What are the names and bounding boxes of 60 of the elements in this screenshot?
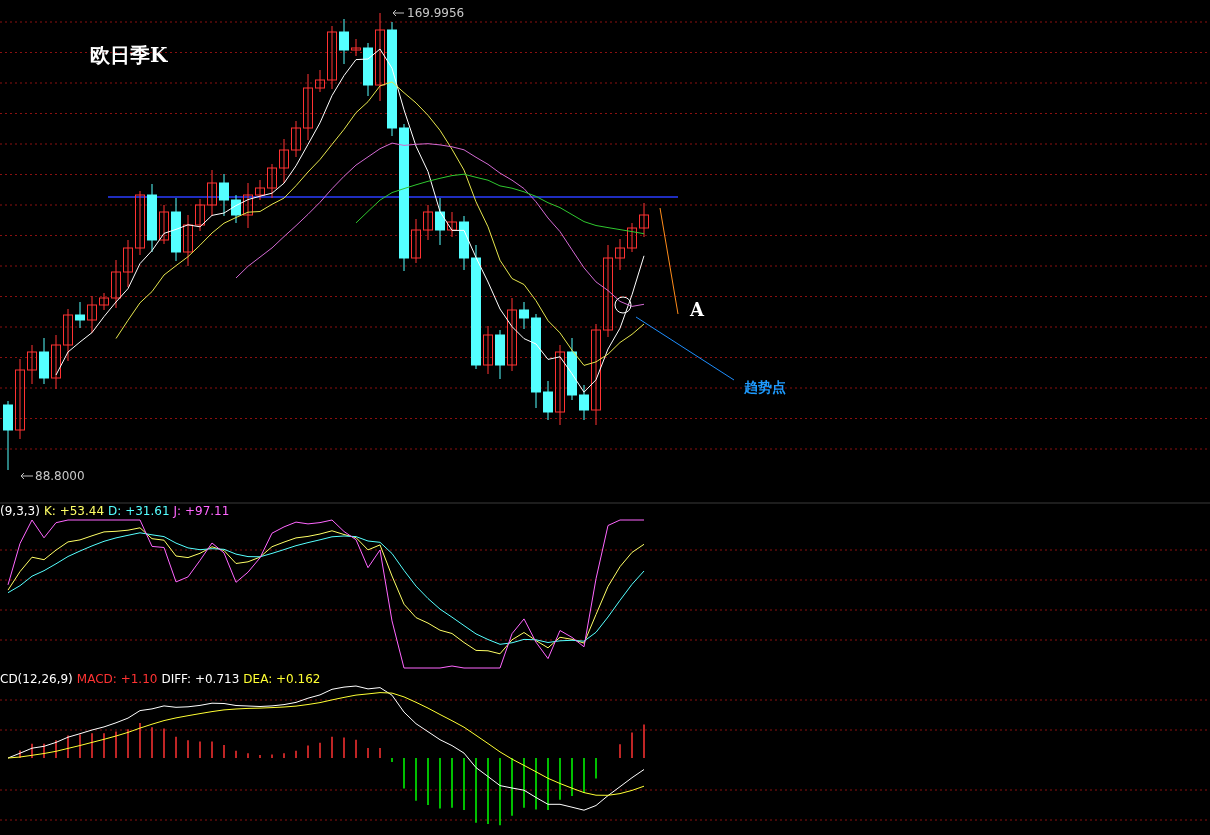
macd-value-label: DIFF: +0.713	[161, 672, 240, 686]
candlestick	[51, 334, 61, 390]
max-price-label: 169.9956	[407, 6, 465, 20]
chart-title: 欧日季K	[90, 43, 168, 67]
candlestick	[111, 259, 121, 309]
candlestick	[447, 211, 457, 238]
candlestick	[519, 301, 529, 330]
candlestick	[435, 197, 445, 246]
min-price-label: 88.8000	[35, 469, 85, 483]
candlestick	[567, 337, 577, 401]
candlestick	[279, 138, 289, 184]
candlestick	[3, 400, 13, 471]
trend-point-circle	[614, 296, 632, 314]
candlestick	[495, 329, 505, 380]
candlestick	[87, 295, 97, 334]
candlestick	[27, 344, 37, 385]
candlestick	[183, 214, 193, 267]
candlestick	[291, 120, 301, 158]
candlestick	[75, 301, 85, 329]
candlestick	[351, 38, 361, 57]
candlestick	[123, 239, 133, 288]
candlestick	[639, 202, 649, 238]
candlestick	[147, 183, 157, 253]
candlestick	[327, 25, 337, 90]
annotation-mark: A	[690, 299, 704, 320]
candlestick	[363, 42, 373, 97]
candlestick	[231, 194, 241, 224]
candlestick	[159, 204, 169, 245]
candlestick	[543, 380, 553, 421]
candlestick	[39, 337, 49, 385]
max-pointer-arrow-icon	[392, 9, 405, 17]
candlestick	[171, 197, 181, 262]
candlestick	[459, 215, 469, 271]
candlestick	[267, 163, 277, 199]
candlestick	[315, 69, 325, 93]
candlestick	[255, 179, 265, 201]
candlestick	[579, 384, 589, 421]
candlestick	[423, 204, 433, 241]
candlestick	[207, 169, 217, 217]
macd-value-label: CD(12,26,9)	[0, 672, 73, 686]
candlestick	[339, 18, 349, 65]
kdj-value-label: K: +53.44	[43, 504, 105, 518]
trend-point-label: 趋势点	[744, 379, 786, 395]
candlestick	[135, 190, 145, 256]
candlestick	[627, 222, 637, 253]
kdj-value-label: (9,3,3)	[0, 504, 40, 518]
candlestick	[615, 238, 625, 271]
min-pointer-arrow-icon	[20, 472, 34, 480]
candlestick	[99, 292, 109, 311]
candlestick	[483, 325, 493, 375]
candlestick	[195, 198, 205, 232]
candlestick	[411, 218, 421, 264]
macd-value-label: DEA: +0.162	[243, 672, 321, 686]
kdj-value-label: J: +97.11	[173, 504, 230, 518]
candlestick	[63, 308, 73, 362]
candlestick	[303, 73, 313, 141]
candlestick	[219, 173, 229, 217]
macd-value-label: MACD: +1.10	[76, 672, 158, 686]
kdj-value-label: D: +31.61	[108, 504, 170, 518]
candlestick	[243, 182, 253, 229]
